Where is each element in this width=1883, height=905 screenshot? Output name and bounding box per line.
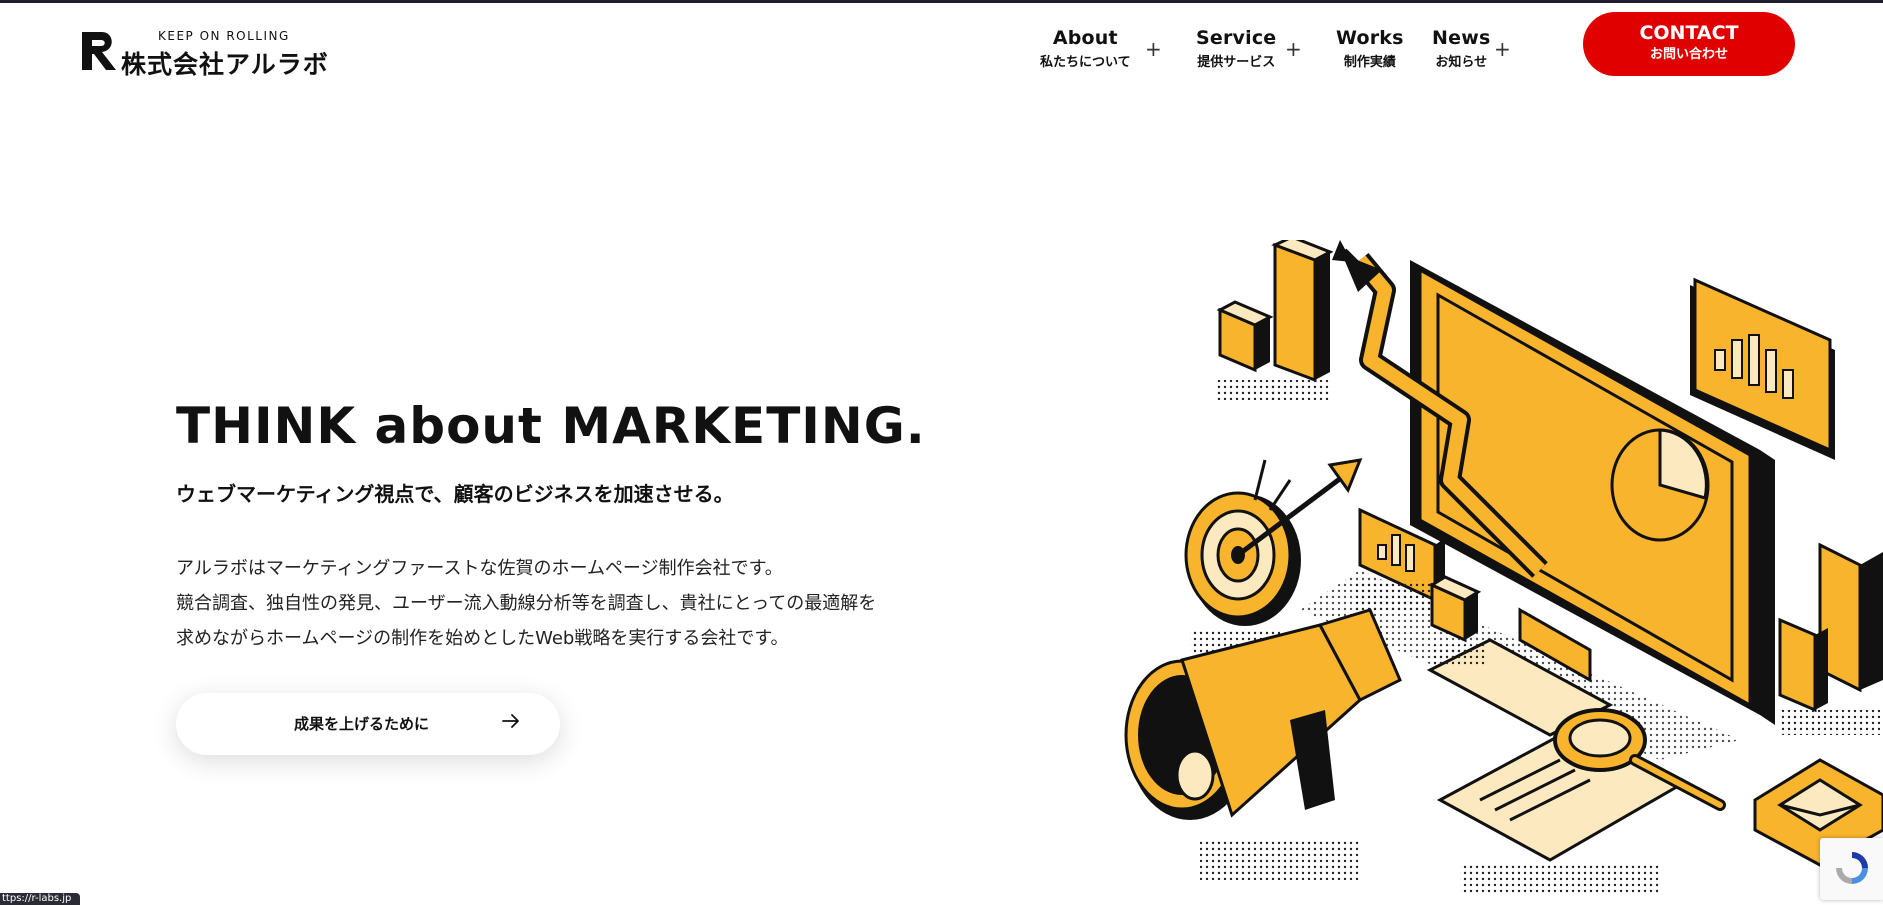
nav-about-plus-icon[interactable]: + [1145, 39, 1162, 59]
nav-works-en: Works [1336, 27, 1404, 49]
nav-service-ja: 提供サービス [1197, 55, 1276, 70]
marketing-illustration [1124, 240, 1883, 895]
nav-about-ja: 私たちについて [1040, 55, 1131, 70]
column-blocks-icon [1778, 542, 1883, 735]
nav-item-works[interactable]: Works 制作実績 [1336, 26, 1404, 72]
site-logo[interactable]: KEEP ON ROLLING 株式会社アルラボ [80, 26, 328, 79]
hero-description-line: 求めながらホームページの制作を始めとしたWeb戦略を実行する会社です。 [176, 628, 789, 649]
megaphone-icon [1124, 608, 1402, 880]
nav-service-en: Service [1196, 27, 1277, 49]
nav-service-plus-icon[interactable]: + [1285, 39, 1302, 59]
arrow-right-icon [502, 714, 519, 728]
cube-blocks-icon [1215, 240, 1334, 400]
nav-works-ja: 制作実績 [1343, 55, 1396, 70]
nav-about-en: About [1052, 27, 1118, 49]
cta-label: 成果を上げるために [294, 715, 430, 733]
nav-news-en: News [1432, 27, 1491, 49]
logo-tagline: KEEP ON ROLLING [158, 29, 290, 43]
hero-description-line: 競合調査、独自性の発見、ユーザー流入動線分析等を調査し、貴社にとっての最適解を [176, 593, 877, 614]
logo-mark-icon [82, 32, 116, 70]
results-cta-button[interactable]: 成果を上げるために [176, 693, 560, 755]
nav-item-about[interactable]: About 私たちについて [1040, 26, 1131, 72]
recaptcha-badge[interactable] [1820, 838, 1883, 900]
contact-button-en: CONTACT [1639, 22, 1739, 44]
contact-button-ja: お問い合わせ [1649, 47, 1728, 62]
hero-description: アルラボはマーケティングファーストな佐賀のホームページ制作会社です。 競合調査、… [176, 551, 876, 656]
recaptcha-icon [1836, 852, 1868, 884]
nav-news-ja: お知らせ [1435, 55, 1488, 70]
logo-company-name: 株式会社アルラボ [121, 50, 329, 79]
nav-item-service[interactable]: Service 提供サービス [1196, 26, 1276, 72]
hero-subtitle: ウェブマーケティング視点で、顧客のビジネスを加速させる。 [176, 482, 734, 506]
contact-button[interactable]: CONTACT お問い合わせ [1583, 12, 1795, 76]
hero-title: THINK about MARKETING. [176, 397, 926, 455]
nav-news-plus-icon[interactable]: + [1494, 39, 1511, 59]
top-border [0, 0, 1883, 3]
cube-icon [1428, 575, 1485, 665]
status-bar-url: ttps://r-labs.jp [0, 893, 80, 905]
hero-description-line: アルラボはマーケティングファーストな佐賀のホームページ制作会社です。 [176, 558, 783, 579]
nav-item-news[interactable]: News お知らせ [1432, 26, 1490, 72]
